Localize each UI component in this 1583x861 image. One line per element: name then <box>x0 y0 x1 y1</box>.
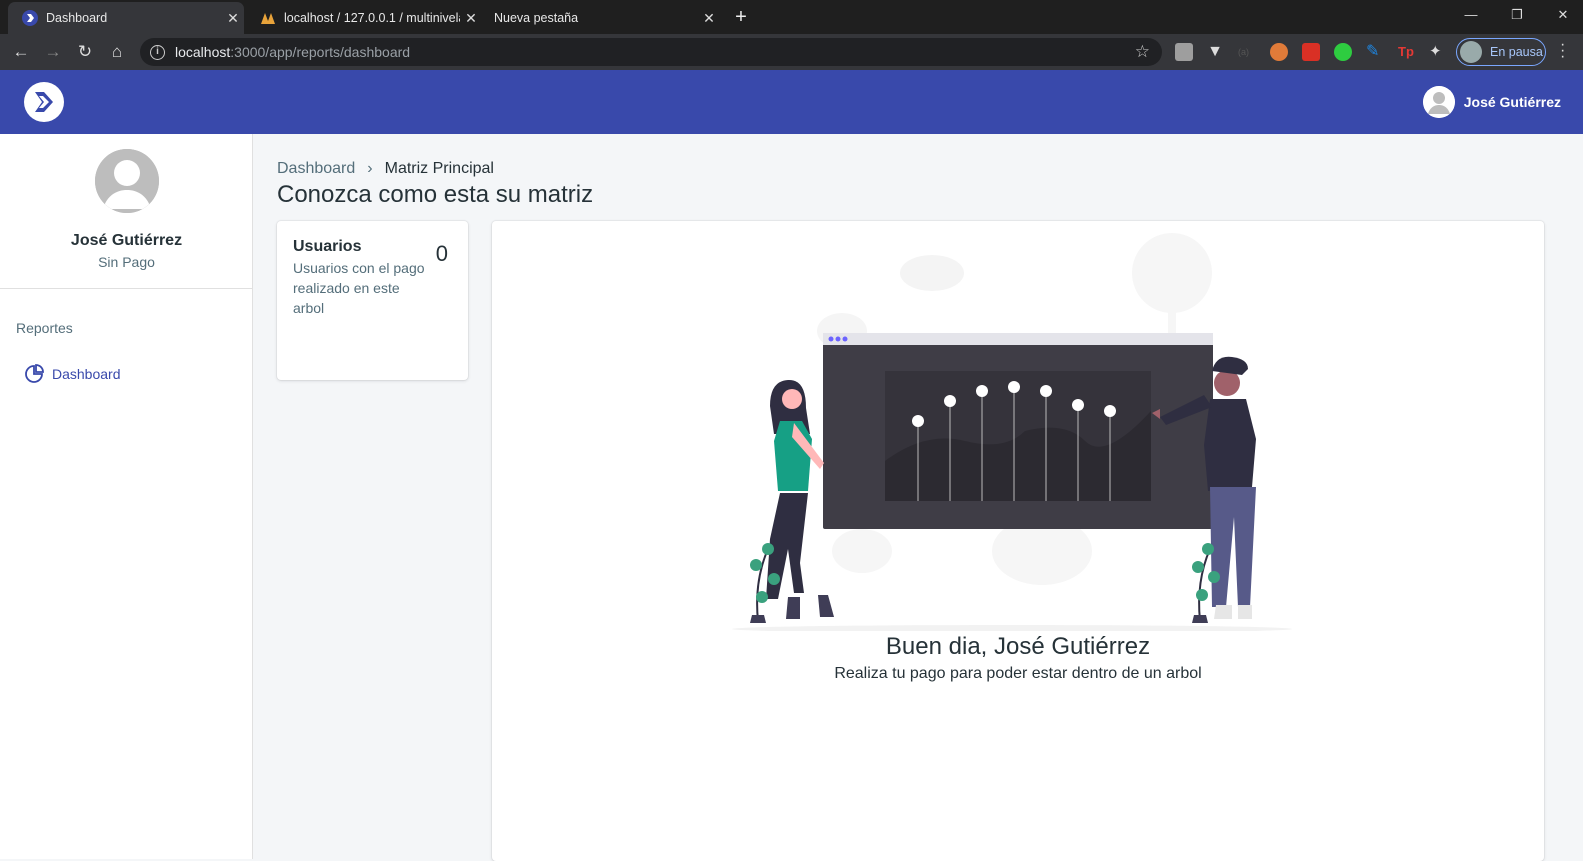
forward-arrow-icon[interactable]: → <box>40 40 66 64</box>
stat-card-title: Usuarios <box>293 238 362 255</box>
sidebar-divider <box>0 288 253 289</box>
chevron-right-icon: › <box>367 160 373 177</box>
extension-vue-icon[interactable]: ▼ <box>1206 43 1224 61</box>
header-user-name: José Gutiérrez <box>1463 94 1561 110</box>
sidebar-user-name: José Gutiérrez <box>70 232 183 249</box>
breadcrumb-current: Matriz Principal <box>384 160 494 177</box>
stat-card-value: 0 <box>435 241 448 266</box>
tab-title: Nueva pestaña <box>494 11 579 25</box>
tab-title: Dashboard <box>46 11 108 25</box>
extension-red-icon[interactable] <box>1302 43 1320 61</box>
profile-button[interactable]: En pausa <box>1456 38 1546 66</box>
profile-avatar <box>1460 41 1482 63</box>
extension-tp-icon[interactable]: Tp <box>1398 43 1416 61</box>
stat-card-description: Usuarios con el pago realizado en este a… <box>293 260 425 316</box>
new-tab-button[interactable]: + <box>728 5 754 31</box>
breadcrumb-root[interactable]: Dashboard <box>277 160 355 178</box>
browser-tab-dashboard[interactable]: Dashboard ✕ <box>8 2 244 34</box>
extensions-puzzle-icon[interactable]: ✦ <box>1429 43 1447 61</box>
main-panel: Buen dia, José Gutiérrez Realiza tu pago… <box>492 221 1544 861</box>
header-avatar <box>1422 86 1455 118</box>
sidebar-section-title: Reportes <box>16 320 73 336</box>
page-title: Conozca como esta su matriz <box>277 181 594 208</box>
home-icon[interactable]: ⌂ <box>104 40 130 64</box>
phpmyadmin-favicon-icon <box>260 10 276 26</box>
browser-tab-phpmyadmin[interactable]: localhost / 127.0.0.1 / multinivela ✕ <box>246 2 482 34</box>
browser-toolbar: ← → ↻ ⌂ i localhost:3000/app/reports/das… <box>0 34 1583 70</box>
extension-face-icon[interactable] <box>1270 43 1288 61</box>
app-favicon-icon <box>22 10 38 26</box>
sidebar-item-dashboard[interactable]: Dashboard <box>16 360 236 388</box>
sidebar-item-label: Dashboard <box>52 366 121 382</box>
url-path: :3000/app/reports/dashboard <box>230 44 411 60</box>
extension-cube-icon[interactable] <box>1175 43 1193 61</box>
users-stat-card: Usuarios Usuarios con el pago realizado … <box>277 221 468 380</box>
dashboard-illustration <box>732 233 1292 631</box>
restore-button[interactable]: ❐ <box>1494 0 1540 30</box>
extension-green-icon[interactable] <box>1334 43 1352 61</box>
back-arrow-icon[interactable]: ← <box>8 40 34 64</box>
extension-blank-icon[interactable]: (a) <box>1238 43 1256 61</box>
close-tab-icon[interactable]: ✕ <box>222 10 244 27</box>
address-bar[interactable]: i localhost:3000/app/reports/dashboard ☆ <box>140 38 1162 66</box>
app-header: José Gutiérrez <box>0 70 1583 134</box>
minimize-button[interactable]: — <box>1448 0 1494 30</box>
reload-icon[interactable]: ↻ <box>72 40 98 64</box>
sidebar: José Gutiérrez Sin Pago Reportes Dashboa… <box>0 134 253 859</box>
site-info-icon[interactable]: i <box>150 44 165 60</box>
bookmark-star-icon[interactable]: ☆ <box>1135 42 1150 62</box>
url-host: localhost <box>175 44 231 60</box>
header-user-menu[interactable]: José Gutiérrez <box>1422 86 1561 118</box>
app-logo[interactable] <box>24 82 64 122</box>
pie-chart-icon <box>25 364 44 383</box>
profile-label: En pausa <box>1490 45 1543 59</box>
tab-title: localhost / 127.0.0.1 / multinivela <box>284 11 460 25</box>
user-avatar[interactable] <box>95 149 159 213</box>
sidebar-user-plan: Sin Pago <box>98 254 155 270</box>
greeting-text: Buen dia, José Gutiérrez <box>885 633 1151 660</box>
breadcrumb: Dashboard › Matriz Principal <box>277 160 494 178</box>
close-window-button[interactable]: ✕ <box>1540 0 1583 30</box>
browser-menu-icon[interactable]: · · · <box>1560 37 1566 65</box>
close-tab-icon[interactable]: ✕ <box>698 10 720 27</box>
extension-feather-icon[interactable]: ✎ <box>1366 43 1384 61</box>
browser-tab-new[interactable]: Nueva pestaña ✕ <box>484 2 720 34</box>
browser-tab-strip: Dashboard ✕ localhost / 127.0.0.1 / mult… <box>0 0 1583 34</box>
payment-message: Realiza tu pago para poder estar dentro … <box>834 665 1202 682</box>
close-tab-icon[interactable]: ✕ <box>460 10 482 27</box>
